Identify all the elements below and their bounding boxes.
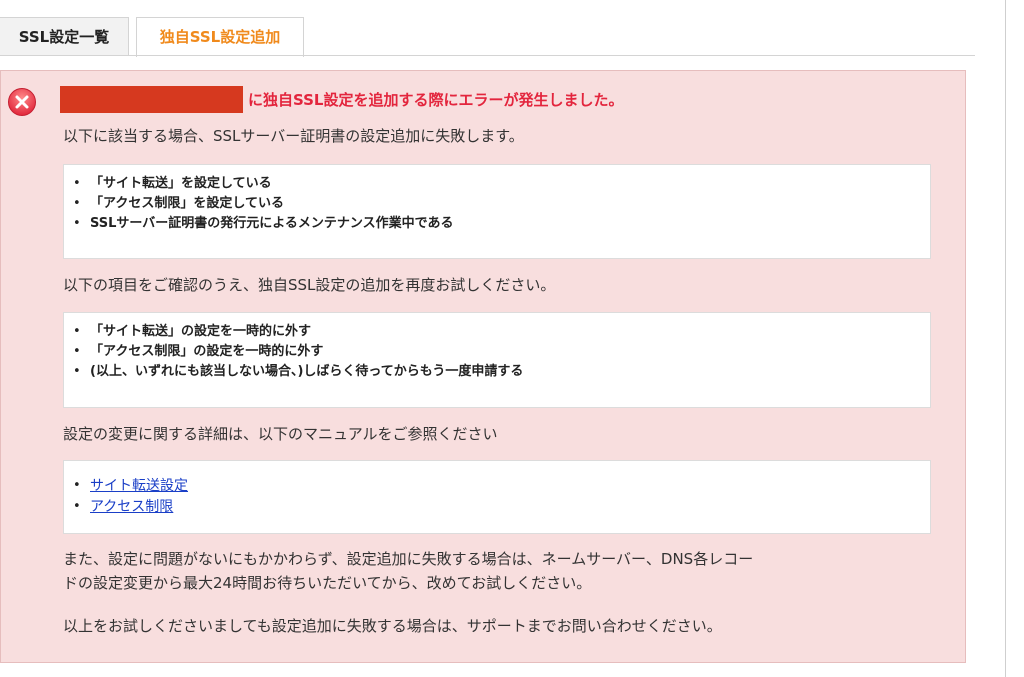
content-right-border [1005,0,1006,677]
manual-intro-text: 設定の変更に関する詳細は、以下のマニュアルをご参照ください [63,425,498,443]
tab-baseline [0,55,975,56]
list-item: アクセス制限 [64,497,930,518]
list-item: (以上、いずれにも該当しない場合、)しばらく待ってからもう一度申請する [64,362,930,382]
error-title: に独自SSL設定を追加する際にエラーが発生しました。 [248,91,624,109]
support-contact-text: 以上をお試しくださいましても設定追加に失敗する場合は、サポートまでお問い合わせく… [63,617,722,635]
list-item: 「アクセス制限」の設定を一時的に外す [64,342,930,362]
list-item: 「アクセス制限」を設定している [64,194,930,214]
list-item: 「サイト転送」を設定している [64,174,930,194]
link-site-forwarding-manual[interactable]: サイト転送設定 [90,478,188,494]
check-list-box: 「サイト転送」の設定を一時的に外す 「アクセス制限」の設定を一時的に外す (以上… [63,312,931,408]
note-text-line2: ドの設定変更から最大24時間お待ちいただいてから、改めてお試しください。 [63,574,592,592]
error-message-panel: に独自SSL設定を追加する際にエラーが発生しました。 以下に該当する場合、SSL… [0,70,966,663]
tab-ssl-list[interactable]: SSL設定一覧 [0,17,129,56]
list-item: 「サイト転送」の設定を一時的に外す [64,322,930,342]
list-item: サイト転送設定 [64,476,930,497]
list-item: SSLサーバー証明書の発行元によるメンテナンス作業中である [64,214,930,234]
link-access-restriction-manual[interactable]: アクセス制限 [90,499,173,515]
manual-links-box: サイト転送設定 アクセス制限 [63,460,931,534]
redacted-domain-name [60,86,243,113]
tab-bar: SSL設定一覧 独自SSL設定追加 [0,0,975,57]
check-intro-text: 以下の項目をご確認のうえ、独自SSL設定の追加を再度お試しください。 [63,276,556,294]
tab-add-custom-ssl[interactable]: 独自SSL設定追加 [136,17,304,57]
error-icon [8,88,36,116]
error-intro-text: 以下に該当する場合、SSLサーバー証明書の設定追加に失敗します。 [63,127,524,145]
cause-list-box: 「サイト転送」を設定している 「アクセス制限」を設定している SSLサーバー証明… [63,164,931,259]
note-text-line1: また、設定に問題がないにもかかわらず、設定追加に失敗する場合は、ネームサーバー、… [63,550,754,568]
